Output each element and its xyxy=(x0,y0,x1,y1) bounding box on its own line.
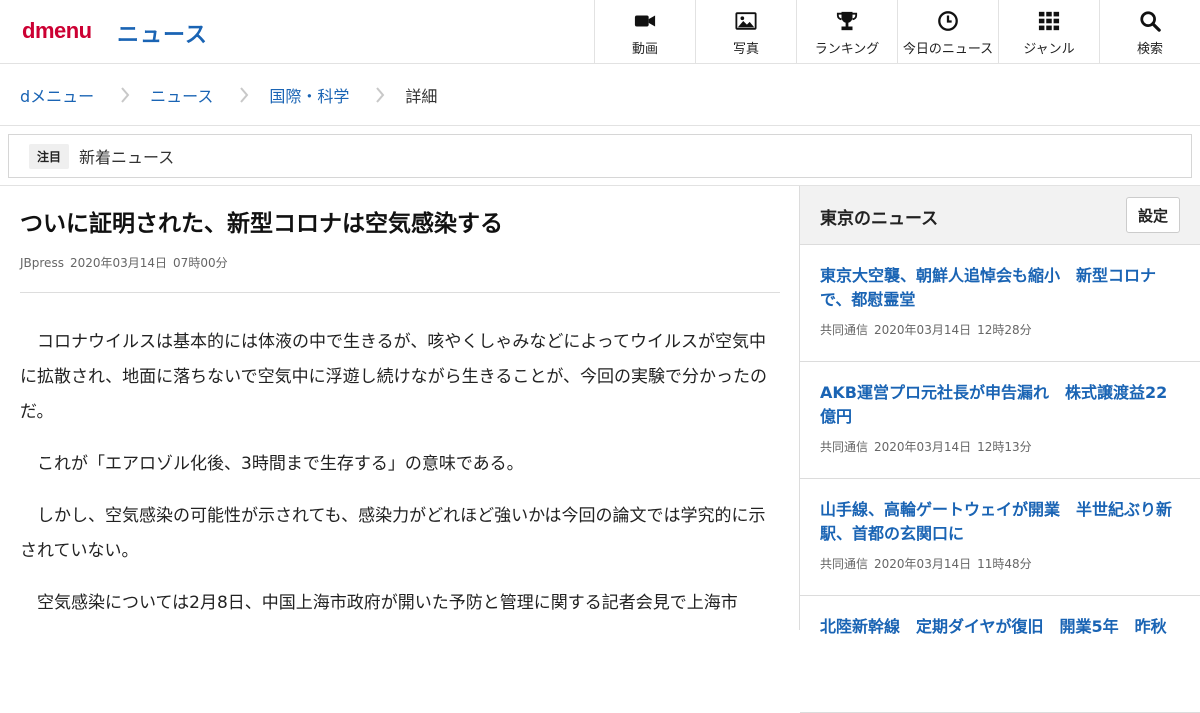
news-source: 共同通信 xyxy=(820,440,869,454)
article-date: 2020年03月14日 xyxy=(69,256,168,270)
news-meta: 共同通信 2020年03月14日 11時48分 xyxy=(820,555,1180,572)
breadcrumb-dmenu[interactable]: dメニュー xyxy=(20,83,94,107)
article-rule xyxy=(20,292,780,293)
local-news-sidebar: 東京のニュース 設定 東京大空襲、朝鮮人追悼会も縮小 新型コロナで、都慰霊堂 共… xyxy=(799,186,1200,713)
nav-ranking-label: ランキング xyxy=(814,42,880,57)
nav-today[interactable]: 今日のニュース xyxy=(897,0,998,63)
dmenu-logo[interactable]: dmenu xyxy=(22,18,92,44)
breadcrumb-current: 詳細 xyxy=(405,86,438,106)
settings-button[interactable]: 設定 xyxy=(1126,197,1180,233)
news-headline[interactable]: AKB運営プロ元社長が申告漏れ 株式譲渡益22億円 xyxy=(820,381,1180,429)
chevron-right-icon xyxy=(240,86,249,103)
article-paragraph: コロナウイルスは基本的には体液の中で生きるが、咳やくしゃみなどによってウイルスが… xyxy=(20,332,767,422)
video-camera-icon xyxy=(634,15,656,27)
article-paragraph: しかし、空気感染の可能性が示されても、感染力がどれほど強いかは今回の論文では学究… xyxy=(20,506,766,561)
news-headline[interactable]: 東京大空襲、朝鮮人追悼会も縮小 新型コロナで、都慰霊堂 xyxy=(820,264,1180,312)
article-body: コロナウイルスは基本的には体液の中で生きるが、咳やくしゃみなどによってウイルスが… xyxy=(20,325,780,621)
news-meta: 共同通信 2020年03月14日 12時28分 xyxy=(820,321,1180,338)
nav-photo-label: 写真 xyxy=(732,42,759,57)
breadcrumb: dメニュー ニュース 国際・科学 詳細 xyxy=(0,64,1200,126)
site-header: dmenu ニュース 動画 写真 ランキング 今日のニュース ジャンル 検索 xyxy=(0,0,1200,64)
news-time: 12時13分 xyxy=(977,440,1032,454)
news-source: 共同通信 xyxy=(820,557,869,571)
sidebar-news-item[interactable]: 山手線、高輪ゲートウェイが開業 半世紀ぶり新駅、首都の玄関口に 共同通信 2020… xyxy=(800,479,1200,596)
nav-ranking[interactable]: ランキング xyxy=(796,0,897,63)
news-source: 共同通信 xyxy=(820,323,869,337)
nav-today-label: 今日のニュース xyxy=(902,42,994,57)
featured-news-bar[interactable]: 注目 新着ニュース xyxy=(8,134,1192,178)
news-date: 2020年03月14日 xyxy=(874,440,972,454)
nav-video-label: 動画 xyxy=(631,42,658,57)
chevron-right-icon xyxy=(376,86,385,103)
article: ついに証明された、新型コロナは空気感染する JBpress 2020年03月14日… xyxy=(20,186,780,638)
nav-video[interactable]: 動画 xyxy=(594,0,695,63)
photo-icon xyxy=(735,12,757,30)
section-title[interactable]: ニュース xyxy=(117,17,208,49)
news-time: 12時28分 xyxy=(977,323,1032,337)
grid-icon xyxy=(1038,11,1060,31)
sidebar-news-item[interactable]: AKB運営プロ元社長が申告漏れ 株式譲渡益22億円 共同通信 2020年03月14… xyxy=(800,362,1200,479)
clock-icon xyxy=(938,11,958,31)
featured-news-text[interactable]: 新着ニュース xyxy=(79,144,174,168)
news-date: 2020年03月14日 xyxy=(874,557,972,571)
sidebar-header: 東京のニュース 設定 xyxy=(800,186,1200,245)
article-paragraph: 空気感染については2月8日、中国上海市政府が開いた予防と管理に関する記者会見で上… xyxy=(37,593,738,613)
article-title: ついに証明された、新型コロナは空気感染する xyxy=(20,211,503,237)
nav-genre[interactable]: ジャンル xyxy=(998,0,1099,63)
article-paragraph: これが「エアロゾル化後、3時間まで生存する」の意味である。 xyxy=(37,454,524,474)
news-headline[interactable]: 山手線、高輪ゲートウェイが開業 半世紀ぶり新駅、首都の玄関口に xyxy=(820,498,1180,546)
nav-search[interactable]: 検索 xyxy=(1099,0,1200,63)
nav-genre-label: ジャンル xyxy=(1023,42,1075,57)
news-date: 2020年03月14日 xyxy=(874,323,972,337)
sidebar-news-item[interactable]: 東京大空襲、朝鮮人追悼会も縮小 新型コロナで、都慰霊堂 共同通信 2020年03月… xyxy=(800,245,1200,362)
featured-badge: 注目 xyxy=(29,143,70,169)
news-headline[interactable]: 北陸新幹線 定期ダイヤが復旧 開業5年 昨秋 xyxy=(820,615,1180,639)
search-icon xyxy=(1140,11,1161,32)
nav-photo[interactable]: 写真 xyxy=(695,0,796,63)
chevron-right-icon xyxy=(121,86,130,103)
article-source: JBpress xyxy=(20,256,64,270)
breadcrumb-news[interactable]: ニュース xyxy=(150,83,213,107)
article-meta: JBpress 2020年03月14日 07時00分 xyxy=(20,254,780,271)
article-time: 07時00分 xyxy=(173,256,228,270)
sidebar-news-item[interactable]: 北陸新幹線 定期ダイヤが復旧 開業5年 昨秋 xyxy=(800,596,1200,713)
news-time: 11時48分 xyxy=(977,557,1032,571)
header-nav: 動画 写真 ランキング 今日のニュース ジャンル 検索 xyxy=(594,0,1200,63)
trophy-icon xyxy=(836,11,858,31)
news-meta: 共同通信 2020年03月14日 12時13分 xyxy=(820,438,1180,455)
sidebar-title: 東京のニュース xyxy=(820,209,939,229)
breadcrumb-international-science[interactable]: 国際・科学 xyxy=(269,83,349,107)
nav-search-label: 検索 xyxy=(1136,42,1163,57)
